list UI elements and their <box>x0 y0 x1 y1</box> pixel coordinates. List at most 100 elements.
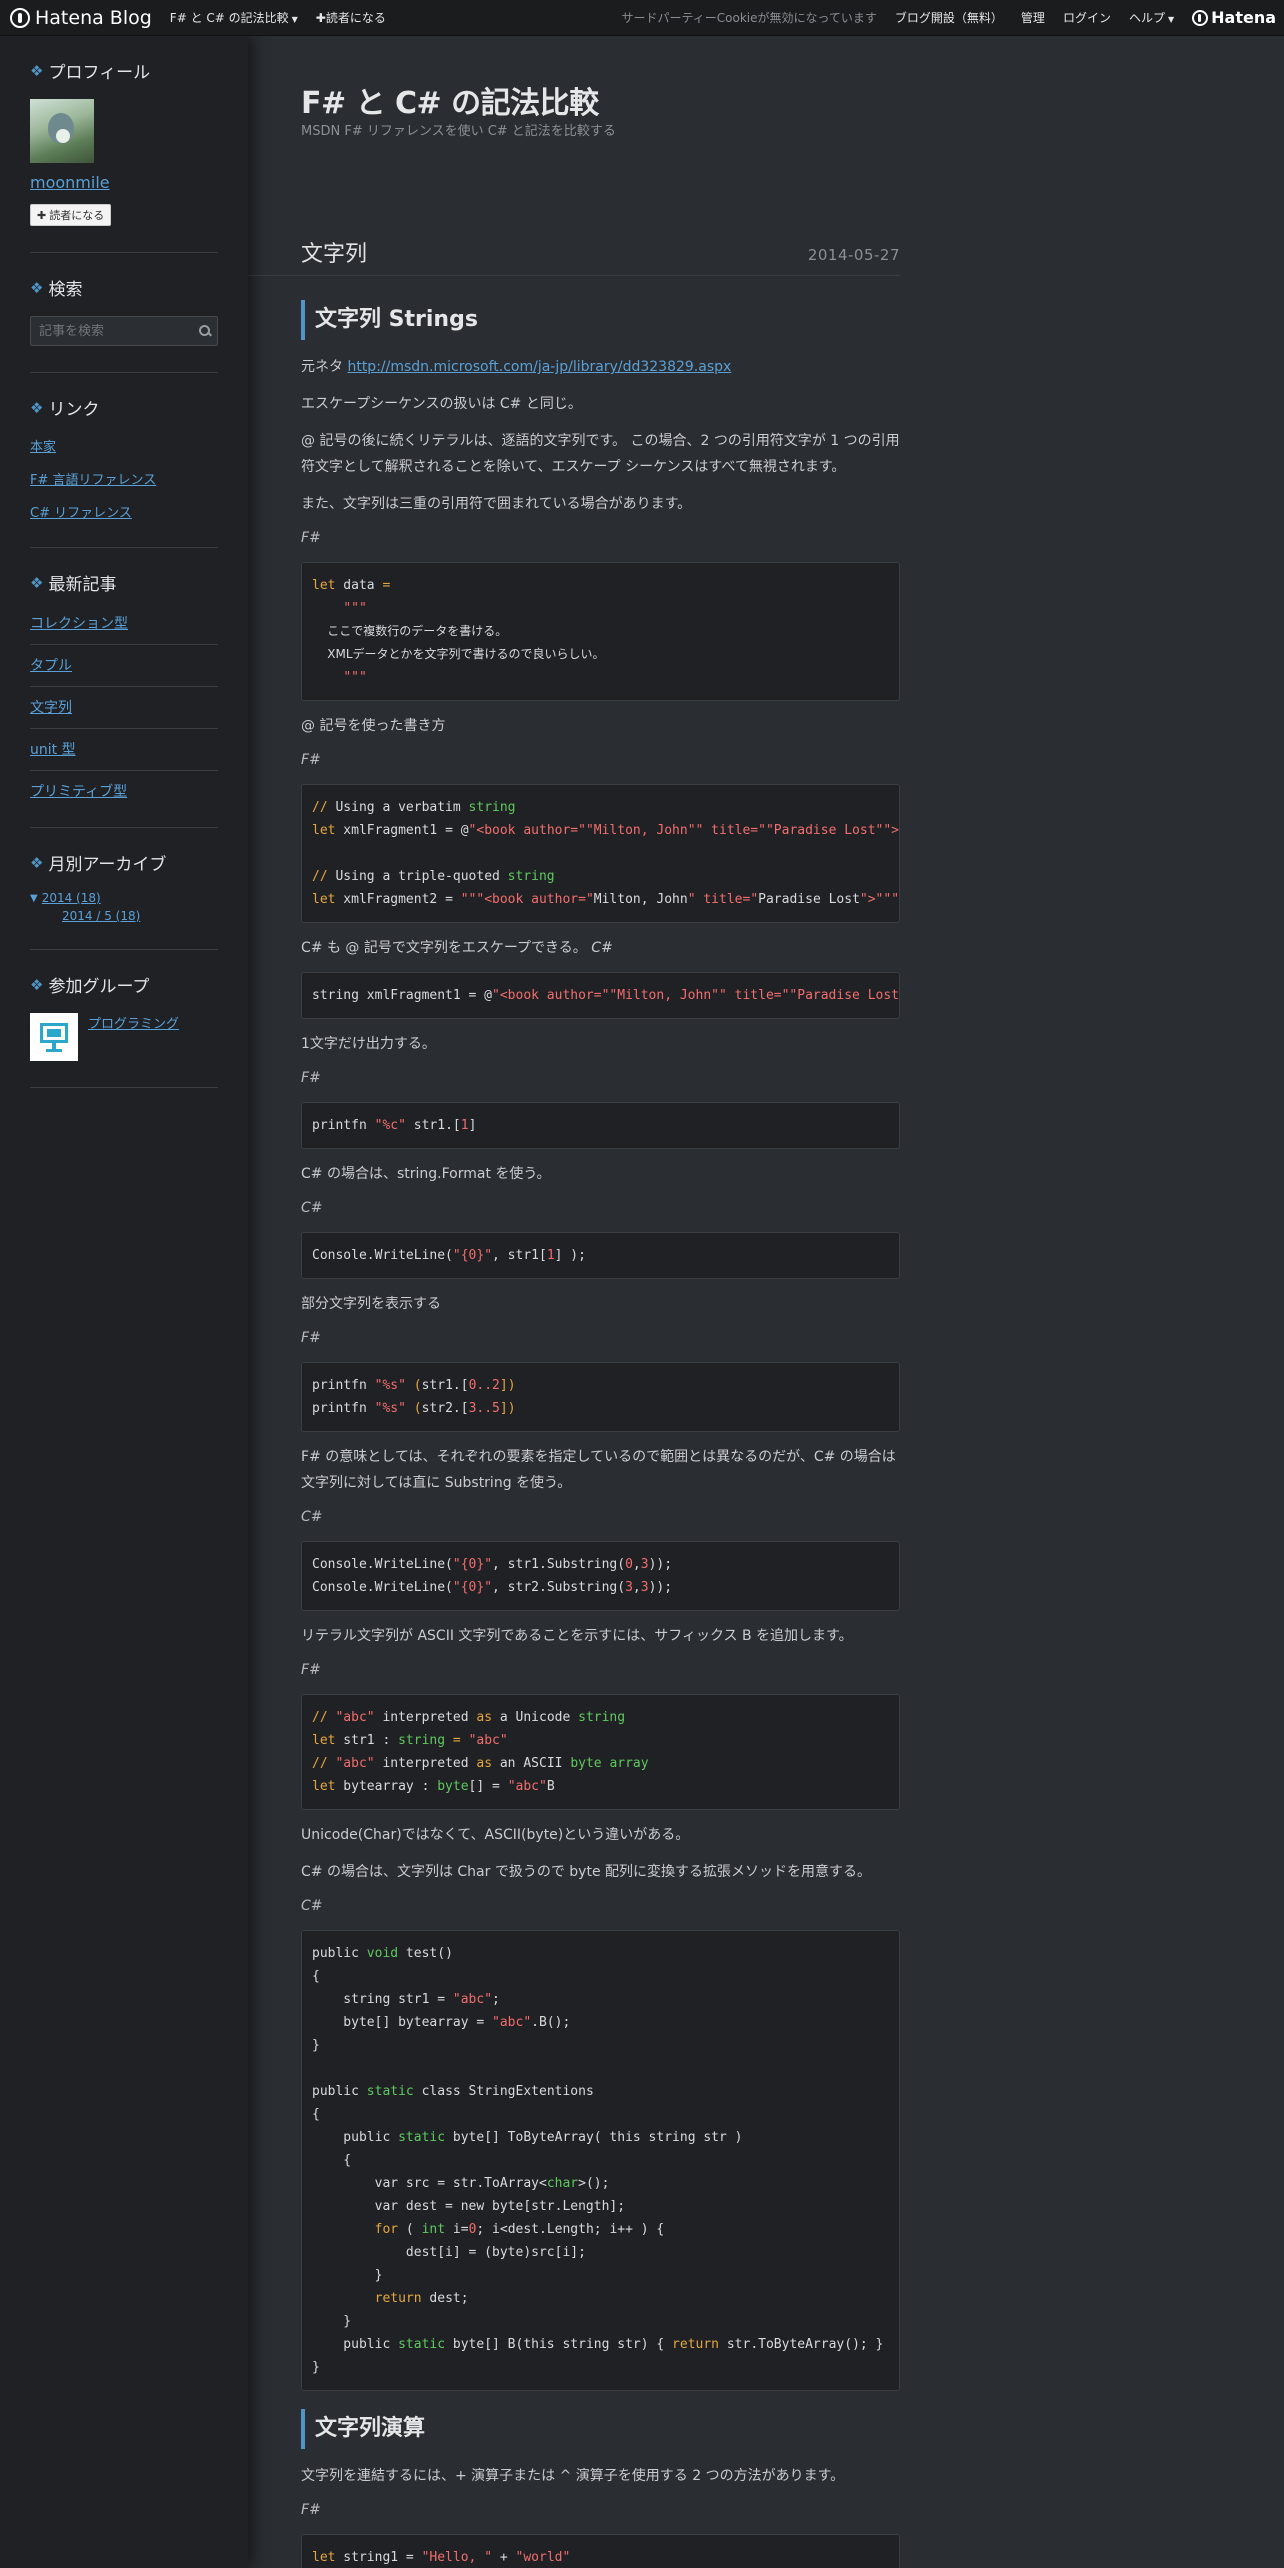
recent-entry-link[interactable]: タプル <box>30 658 72 674</box>
code-token: Using a verbatim <box>335 800 469 815</box>
code-token: "world" <box>515 2550 571 2565</box>
code-token: = @ <box>445 823 469 838</box>
open-blog-link[interactable]: ブログ開設（無料） <box>895 9 1003 26</box>
recent-entry-link[interactable]: プリミティブ型 <box>30 784 127 800</box>
code-token: "abc" <box>507 1779 547 1794</box>
code-token: "%c" <box>374 1118 406 1133</box>
blog-title[interactable]: F# と C# の記法比較 <box>301 78 599 122</box>
help-menu[interactable]: ヘルプ ▼ <box>1129 9 1174 26</box>
archive-month-link[interactable]: 2014 / 5 (18) <box>62 909 140 923</box>
paragraph: F# の意味としては、それぞれの要素を指定しているので範囲とは異なるのだが、C#… <box>301 1449 896 1491</box>
code-line: Console.WriteLine("{0}", str2.Substring(… <box>312 1576 889 1599</box>
code-block: Console.WriteLine("{0}", str1.Substring(… <box>301 1541 900 1611</box>
reference-link[interactable]: http://msdn.microsoft.com/ja-jp/library/… <box>347 359 731 375</box>
paragraph: @ 記号の後に続くリテラルは、逐語的文字列です。 この場合、2 つの引用符文字が… <box>301 433 900 475</box>
blog-menu-label: F# と C# の記法比較 <box>169 11 289 25</box>
code-line: // "abc" interpreted as a Unicode string <box>312 1706 889 1729</box>
follow-button[interactable]: ✚ 読者になる <box>30 204 112 226</box>
code-token: 3 <box>640 1580 649 1595</box>
code-line: { <box>312 2107 320 2122</box>
recent-entry-link[interactable]: 文字列 <box>30 700 72 716</box>
code-block: printfn "%s" (str1.[0..2]) printfn "%s" (… <box>301 1362 900 1432</box>
hatena-label: Hatena <box>1211 8 1276 27</box>
blog-menu[interactable]: F# と C# の記法比較 ▼ <box>170 9 298 26</box>
code-block: public void test() { string str1 = "abc";… <box>301 1930 900 2391</box>
section-heading-strings: 文字列 Strings <box>301 300 900 340</box>
hatena-link[interactable]: Hatena <box>1192 8 1276 27</box>
profile-module: ❖ プロフィール moonmile ✚ 読者になる <box>30 36 218 253</box>
code-token: .B(); <box>531 2015 571 2030</box>
code-token: static <box>398 2337 446 2352</box>
code-block: // Using a verbatim string let xmlFragmen… <box>301 784 900 923</box>
code-token: Console.WriteLine( <box>312 1248 453 1263</box>
links-module: ❖ リンク 本家 F# 言語リファレンス C# リファレンス <box>30 373 218 548</box>
language-label: F# <box>301 1070 321 1086</box>
monitor-base <box>46 1049 62 1052</box>
paragraph: また、文字列は三重の引用符で囲まれている場合があります。 <box>301 496 692 512</box>
code-token: 1 <box>460 1118 469 1133</box>
code-line: // Using a verbatim string <box>312 796 889 819</box>
recent-entry-link[interactable]: コレクション型 <box>30 616 128 632</box>
entry-date[interactable]: 2014-05-27 <box>808 246 900 264</box>
code-line: } <box>312 2314 352 2329</box>
login-link[interactable]: ログイン <box>1063 9 1111 26</box>
hatena-logo-icon <box>1192 9 1209 26</box>
code-line: public static byte[] ToByteArray( this s… <box>312 2126 889 2149</box>
code-line: """ <box>312 597 889 620</box>
code-token: ( <box>405 1378 422 1393</box>
profile-name-link[interactable]: moonmile <box>30 173 218 192</box>
header-follow-button[interactable]: ✚読者になる <box>316 9 386 26</box>
code-line: dest[i] = (byte)src[i]; <box>312 2245 586 2260</box>
paragraph-text: C# も @ 記号で文字列をエスケープできる。 <box>301 940 587 956</box>
paragraph: 1文字だけ出力する。 <box>301 1036 436 1052</box>
hatena-blog-logo[interactable]: Hatena Blog <box>10 7 152 29</box>
code-token: return <box>672 2337 720 2352</box>
entry-title[interactable]: 文字列 <box>301 236 367 268</box>
code-line: // "abc" interpreted as an ASCII byte ar… <box>312 1752 889 1775</box>
avatar[interactable] <box>30 99 94 163</box>
code-token: = <box>445 1733 469 1748</box>
code-token: , str1[ <box>492 1248 547 1263</box>
search-input[interactable] <box>39 323 199 339</box>
link-fsharp-reference[interactable]: F# 言語リファレンス <box>30 473 156 488</box>
code-token: "%s" <box>374 1401 406 1416</box>
reference-prefix: 元ネタ <box>301 359 348 375</box>
code-token: 1 <box>546 1248 555 1263</box>
code-token: let <box>312 2550 336 2565</box>
code-line: } <box>312 2038 320 2053</box>
archive-month-row: 2014 / 5 (18) <box>62 909 218 923</box>
monitor-icon[interactable] <box>30 1013 78 1061</box>
link-honke[interactable]: 本家 <box>30 440 56 455</box>
code-token: var src = str.ToArray< <box>312 2176 547 2191</box>
code-line: string xmlFragment1 = @"<book author=""M… <box>312 984 899 1007</box>
code-line: // Using a triple-quoted string <box>312 865 889 888</box>
groups-title: ❖ 参加グループ <box>30 972 218 998</box>
admin-link[interactable]: 管理 <box>1021 9 1045 26</box>
code-token: ]) <box>499 1378 516 1393</box>
code-token: i= <box>445 2222 469 2237</box>
code-token: "abc" <box>335 1710 375 1725</box>
code-token: public <box>312 2130 399 2145</box>
code-line: var dest = new byte[str.Length]; <box>312 2199 626 2214</box>
code-token: test() <box>398 1946 453 1961</box>
link-csharp-reference[interactable]: C# リファレンス <box>30 506 132 521</box>
code-block: string xmlFragment1 = @"<book author=""M… <box>301 972 900 1019</box>
code-token: 3..5 <box>468 1401 500 1416</box>
archive-year-link[interactable]: 2014 (18) <box>42 891 101 905</box>
recent-entry-link[interactable]: unit 型 <box>30 742 76 758</box>
code-token: let <box>312 1733 336 1748</box>
search-icon[interactable] <box>199 325 210 337</box>
code-token: void <box>366 1946 399 1961</box>
code-block: let string1 = "Hello, " + "world" <box>301 2534 900 2568</box>
code-line: return dest; <box>312 2287 889 2310</box>
global-header: Hatena Blog F# と C# の記法比較 ▼ ✚読者になる サードパーテ… <box>0 0 1284 36</box>
code-line: let bytearray : byte[] = "abc"B <box>312 1775 889 1798</box>
triangle-down-icon[interactable]: ▼ <box>30 893 38 904</box>
follow-button-label: 読者になる <box>49 209 105 222</box>
group-link[interactable]: プログラミング <box>88 1013 179 1032</box>
cookie-notice[interactable]: サードパーティーCookieが無効になっています <box>621 9 876 26</box>
code-line: public static class StringExtentions <box>312 2080 889 2103</box>
code-token: >(); <box>578 2176 610 2191</box>
